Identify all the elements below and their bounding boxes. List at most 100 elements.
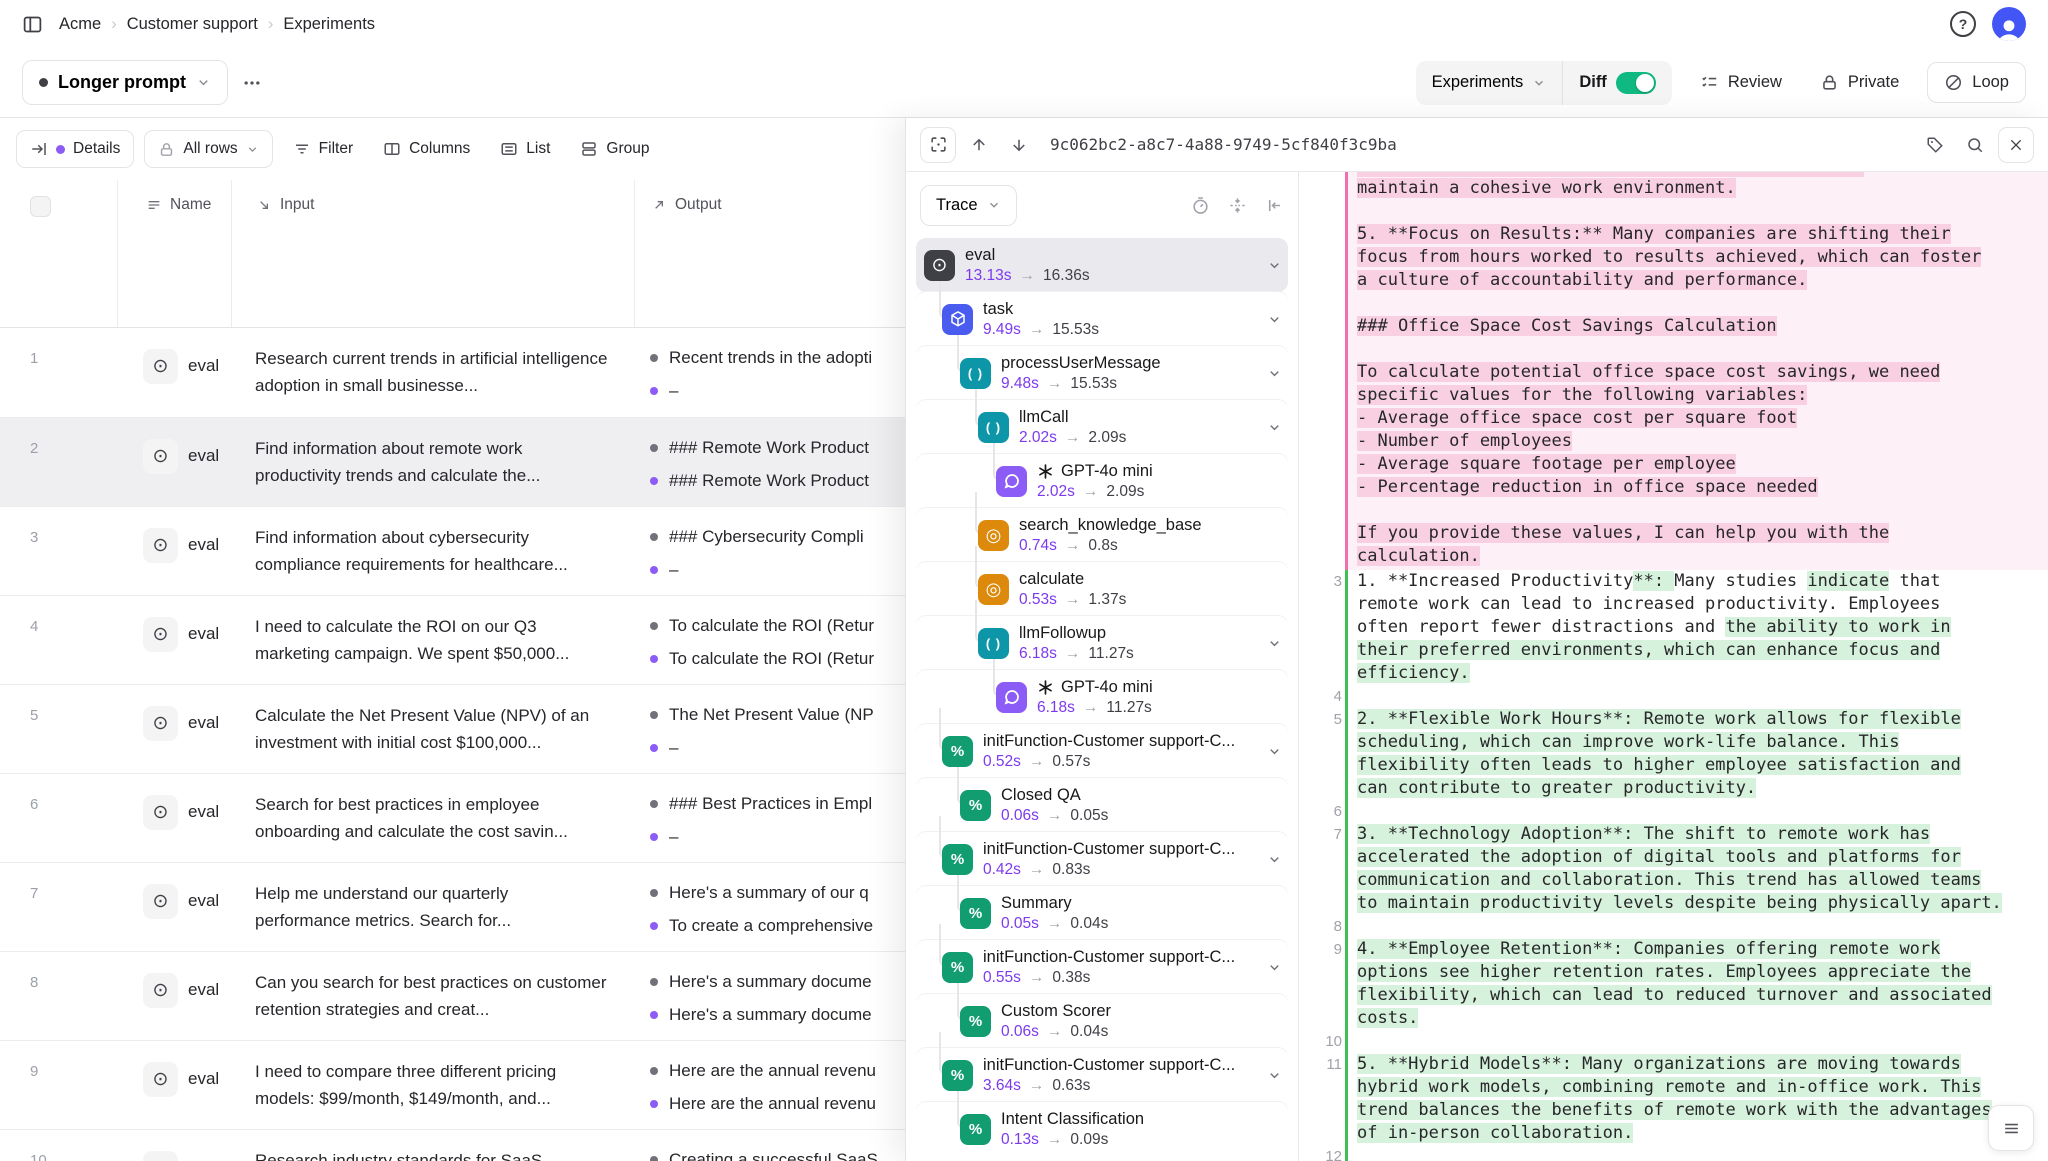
table-row[interactable]: 6⊙evalSearch for best practices in emplo… (0, 773, 905, 862)
timer-icon[interactable] (1191, 196, 1210, 215)
row-name: eval (188, 535, 219, 555)
trace-span-row[interactable]: %initFunction-Customer support-C...0.55s… (916, 940, 1288, 994)
help-icon[interactable]: ? (1950, 11, 1976, 37)
group-button[interactable]: Group (570, 131, 659, 167)
diff-added-line: of in-person collaboration. (1357, 1122, 2017, 1145)
diff-line-number: 3 (1308, 570, 1342, 593)
column-header-output[interactable]: Output (634, 180, 905, 327)
private-button[interactable]: Private (1810, 63, 1909, 102)
more-options-button[interactable] (242, 73, 262, 93)
experiment-switcher[interactable]: Longer prompt (22, 60, 228, 105)
removed-text: - Percentage reduction in office space n… (1357, 477, 1818, 497)
trace-view-switcher[interactable]: Trace (920, 185, 1017, 226)
trace-span-row[interactable]: GPT-4o mini2.02s→2.09s (916, 454, 1288, 508)
span-name: GPT-4o mini (1037, 462, 1282, 481)
diff-removed-line (1357, 200, 2042, 223)
column-header-input[interactable]: Input (231, 180, 634, 327)
close-panel-button[interactable] (1998, 127, 2034, 163)
table-row[interactable]: 10⊙evalResearch industry standards for S… (0, 1129, 905, 1161)
trace-span-row[interactable]: ( )llmCall2.02s→2.09s (916, 400, 1288, 454)
next-row-button[interactable] (1002, 128, 1036, 162)
search-button[interactable] (1958, 128, 1992, 162)
table-row[interactable]: 8⊙evalCan you search for best practices … (0, 951, 905, 1040)
trace-span-row[interactable]: ◎calculate0.53s→1.37s (916, 562, 1288, 616)
trace-span-row[interactable]: %initFunction-Customer support-C...0.52s… (916, 724, 1288, 778)
breadcrumb-project[interactable]: Customer support (127, 15, 258, 34)
added-text: options see higher retention rates. Empl… (1357, 962, 1971, 982)
table-row[interactable]: 3⊙evalFind information about cybersecuri… (0, 506, 905, 595)
span-durations: 9.48s→15.53s (1001, 375, 1257, 393)
trace-header: 9c062bc2-a8c7-4a88-9749-5cf840f3c9ba (906, 118, 2048, 172)
table-row[interactable]: 2⊙evalFind information about remote work… (0, 417, 905, 506)
trace-span-row[interactable]: task9.49s→15.53s (916, 292, 1288, 346)
breadcrumb-org[interactable]: Acme (59, 15, 101, 34)
rows-filter-button[interactable]: All rows (144, 130, 272, 168)
diff-added-line: communication and collaboration. This tr… (1357, 869, 2017, 892)
avatar[interactable] (1992, 7, 2026, 41)
span-meta: initFunction-Customer support-C...0.52s→… (983, 732, 1257, 771)
trace-span-row[interactable]: GPT-4o mini6.18s→11.27s (916, 670, 1288, 724)
diff-removed-line: maintain a cohesive work environment. (1357, 177, 2042, 200)
added-text: trend balances the benefits of remote wo… (1357, 1100, 1992, 1120)
trace-span-row[interactable]: ◎search_knowledge_base0.74s→0.8s (916, 508, 1288, 562)
trace-span-row[interactable]: %Closed QA0.06s→0.05s (916, 778, 1288, 832)
diff-pane: maintain a cohesive work environment.5. … (1299, 172, 2048, 1161)
output-dot (650, 1011, 658, 1019)
fn-span-icon: ( ) (960, 358, 991, 389)
trace-span-row[interactable]: %initFunction-Customer support-C...3.64s… (916, 1048, 1288, 1102)
table-row[interactable]: 4⊙evalI need to calculate the ROI on our… (0, 595, 905, 684)
column-header-name[interactable]: Name (117, 180, 231, 327)
experiment-table-pane: Details All rows Filter Columns L (0, 118, 905, 1161)
span-durations: 2.02s→2.09s (1019, 429, 1257, 447)
trace-span-row[interactable]: %Custom Scorer0.06s→0.04s (916, 994, 1288, 1048)
span-durations: 0.42s→0.83s (983, 861, 1257, 879)
loop-button[interactable]: Loop (1927, 62, 2026, 103)
diff-toggle[interactable] (1616, 72, 1656, 94)
lock-icon (1820, 73, 1839, 92)
view-switcher[interactable]: Experiments (1416, 62, 1563, 103)
diff-added-block: 31. **Increased Productivity**: Many stu… (1345, 570, 2048, 1161)
span-duration-current: 6.18s (1019, 645, 1057, 663)
filter-button[interactable]: Filter (283, 131, 363, 167)
trace-span-row[interactable]: ( )processUserMessage9.48s→15.53s (916, 346, 1288, 400)
table-row[interactable]: 9⊙evalI need to compare three different … (0, 1040, 905, 1129)
trace-span-row[interactable]: %Intent Classification0.13s→0.09s (916, 1102, 1288, 1156)
row-name: eval (188, 446, 219, 466)
trace-span-row[interactable]: %initFunction-Customer support-C...0.42s… (916, 832, 1288, 886)
expand-trace-button[interactable] (920, 127, 956, 163)
output-text: – (669, 738, 678, 758)
tag-button[interactable] (1918, 128, 1952, 162)
span-duration-compare: 11.27s (1106, 699, 1151, 717)
table-toolbar: Details All rows Filter Columns L (0, 118, 905, 180)
trace-span-row[interactable]: %Summary0.05s→0.04s (916, 886, 1288, 940)
diff-view-menu-button[interactable] (1988, 1105, 2034, 1151)
sidebar-toggle-icon[interactable] (22, 14, 43, 35)
table-row[interactable]: 1⊙evalResearch current trends in artific… (0, 328, 905, 417)
columns-button[interactable]: Columns (373, 131, 480, 167)
span-duration-current: 6.18s (1037, 699, 1075, 717)
breadcrumb-section[interactable]: Experiments (283, 15, 375, 34)
review-button[interactable]: Review (1690, 63, 1792, 102)
chevron-down-icon (1267, 312, 1282, 327)
previous-row-button[interactable] (962, 128, 996, 162)
list-button[interactable]: List (490, 131, 560, 167)
trace-span-row[interactable]: ( )llmFollowup6.18s→11.27s (916, 616, 1288, 670)
diff-added-line: 115. **Hybrid Models**: Many organizatio… (1357, 1053, 2017, 1076)
row-name-cell: ⊙eval (117, 596, 231, 658)
row-name-cell: ⊙eval (117, 685, 231, 747)
table-row[interactable]: 7⊙evalHelp me understand our quarterly p… (0, 862, 905, 951)
diff-added-paragraph: 94. **Employee Retention**: Companies of… (1357, 938, 2017, 1030)
trace-span-row[interactable]: ⊙eval13.13s→16.36s (916, 238, 1288, 292)
row-name: eval (188, 980, 219, 1000)
added-text: hybrid work models, combining remote and… (1357, 1077, 1981, 1097)
collapse-vertical-icon[interactable] (1228, 196, 1247, 215)
span-duration-compare: 0.8s (1088, 537, 1117, 555)
removed-text: To calculate potential office space cost… (1357, 362, 1940, 382)
added-text: their preferred environments, which can … (1357, 640, 1940, 660)
collapse-to-start-icon[interactable] (1265, 196, 1284, 215)
select-all-checkbox[interactable] (30, 196, 51, 217)
details-button[interactable]: Details (16, 130, 134, 168)
llm-span-icon (996, 682, 1027, 713)
breadcrumb-separator: › (111, 15, 117, 34)
table-row[interactable]: 5⊙evalCalculate the Net Present Value (N… (0, 684, 905, 773)
